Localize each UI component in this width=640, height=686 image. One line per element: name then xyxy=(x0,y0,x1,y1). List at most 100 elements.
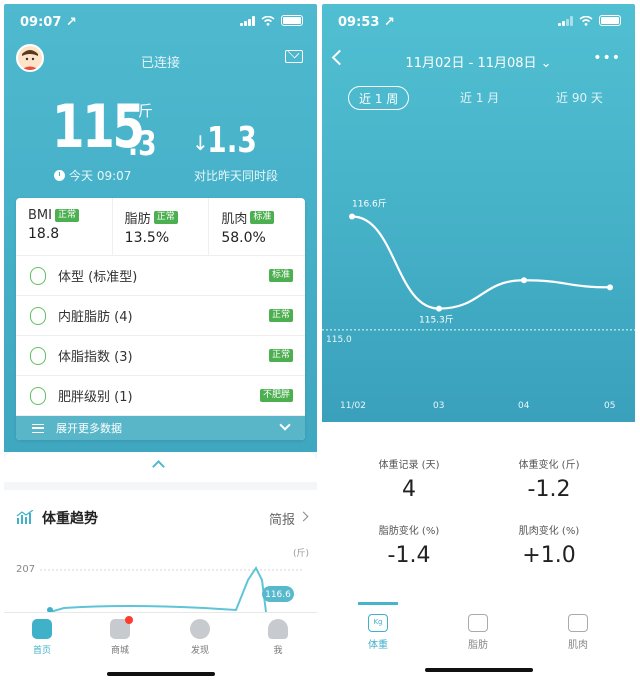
baseline-label: 115.0 xyxy=(326,335,352,345)
date-range-selector[interactable]: 11月02日 - 11月08日 ⌄ xyxy=(322,52,635,71)
status-bar: 09:07 ↗ xyxy=(4,4,317,38)
range-tabs: 近 1 周 近 1 月 近 90 天 xyxy=(322,86,635,112)
chevron-right-icon xyxy=(298,511,309,522)
chart-panel: 09:53 ↗ 11月02日 - 11月08日 ⌄ ••• 近 1 周 近 1 … xyxy=(322,4,635,422)
chevron-up-icon xyxy=(152,460,165,473)
body-type-icon xyxy=(30,266,46,285)
metric-name: 脂肪 xyxy=(124,212,151,227)
metric-fat[interactable]: 脂肪 正常 13.5% xyxy=(111,198,210,255)
x-tick-label: 03 xyxy=(433,401,444,411)
range-tab-week[interactable]: 近 1 周 xyxy=(348,86,410,110)
tab-fat[interactable]: 脂肪 xyxy=(448,614,508,651)
data-label-max: 116.6斤 xyxy=(352,199,387,210)
home-indicator xyxy=(425,668,533,672)
data-label-min: 115.3斤 xyxy=(419,315,454,326)
data-point xyxy=(521,277,527,284)
stat-muscle-change: 肌肉变化 (%) +1.0 xyxy=(484,522,614,568)
notification-dot xyxy=(125,616,133,624)
status-badge: 不肥胖 xyxy=(259,389,293,402)
expand-label: 展开更多数据 xyxy=(56,422,122,435)
active-tab-indicator xyxy=(358,602,398,605)
mail-icon[interactable] xyxy=(285,50,303,63)
metric-name: 肌肉 xyxy=(221,212,248,227)
wifi-icon xyxy=(579,15,593,26)
signal-icon xyxy=(240,15,255,26)
tab-label: 肌肉 xyxy=(568,640,588,651)
tab-home[interactable]: 首页 xyxy=(12,619,72,656)
data-point xyxy=(436,305,442,312)
list-item-visceral-fat[interactable]: 内脏脂肪 (4) 正常 xyxy=(16,296,305,336)
status-time: 09:07 ↗ xyxy=(20,15,77,30)
tab-store[interactable]: 商城 xyxy=(90,616,150,656)
expand-more-button[interactable]: 展开更多数据 xyxy=(16,416,305,440)
status-bar: 09:53 ↗ xyxy=(322,4,635,38)
stat-label: 脂肪变化 (%) xyxy=(378,526,440,537)
list-item-label: 体脂指数 (3) xyxy=(58,350,133,365)
metric-value: 18.8 xyxy=(28,226,60,242)
trend-mini-chart: 116.6 xyxy=(40,566,304,613)
stat-value: +1.0 xyxy=(522,543,576,568)
metric-muscle[interactable]: 肌肉 标准 58.0% xyxy=(209,198,305,255)
measure-time-text: 今天 09:07 xyxy=(69,169,132,183)
body-metrics-card: BMI 正常 18.8 脂肪 正常 13.5% 肌肉 标准 58.0% 体型 (标准型… xyxy=(16,198,305,440)
stat-records: 体重记录 (天) 4 xyxy=(344,456,474,502)
tab-label: 商城 xyxy=(110,646,129,656)
collapse-handle[interactable] xyxy=(4,452,317,482)
tab-label: 体重 xyxy=(368,640,388,651)
bottom-tab-bar: 首页 商城 发现 我 xyxy=(4,612,317,682)
battery-icon xyxy=(281,15,303,26)
stat-label: 肌肉变化 (%) xyxy=(518,526,580,537)
metric-name: BMI xyxy=(28,208,52,223)
tab-me[interactable]: 我 xyxy=(248,619,308,656)
weight-change-value: 1.3 xyxy=(207,120,257,161)
list-item-fat-index[interactable]: 体脂指数 (3) 正常 xyxy=(16,336,305,376)
status-icons xyxy=(558,15,621,26)
battery-icon xyxy=(599,15,621,26)
status-badge: 正常 xyxy=(268,349,293,362)
user-icon xyxy=(268,619,288,639)
lungs-icon xyxy=(30,306,46,325)
status-badge: 标准 xyxy=(250,211,275,224)
stat-label: 体重记录 (天) xyxy=(378,460,440,471)
tab-discover[interactable]: 发现 xyxy=(170,619,230,656)
list-item-body-type[interactable]: 体型 (标准型) 标准 xyxy=(16,256,305,296)
data-point xyxy=(607,284,613,291)
trend-chart-icon xyxy=(16,510,34,524)
tab-label: 首页 xyxy=(32,646,51,656)
obesity-icon xyxy=(30,386,46,405)
metrics-row: BMI 正常 18.8 脂肪 正常 13.5% 肌肉 标准 58.0% xyxy=(16,198,305,256)
weight-trend-section[interactable]: 体重趋势 简报 (斤) 207 116.6 xyxy=(4,490,317,614)
tab-label: 脂肪 xyxy=(468,640,488,651)
metric-bmi[interactable]: BMI 正常 18.8 xyxy=(16,198,112,255)
status-icons xyxy=(240,15,303,26)
metric-value: 13.5% xyxy=(124,230,170,246)
connection-status: 已连接 xyxy=(140,56,180,71)
more-icon[interactable]: ••• xyxy=(593,50,621,66)
stat-value: 4 xyxy=(402,477,416,502)
x-tick-label: 05 xyxy=(604,401,615,411)
tab-weight[interactable]: Kg 体重 xyxy=(348,614,408,651)
brief-link[interactable]: 简报 xyxy=(269,509,295,528)
weight-decimal: .3 xyxy=(128,124,157,164)
metric-tab-bar: Kg 体重 脂肪 肌肉 xyxy=(322,602,635,682)
tab-label: 发现 xyxy=(190,646,209,656)
x-tick-label: 11/02 xyxy=(340,401,366,411)
x-tick-label: 04 xyxy=(518,401,530,411)
measure-time: 今天 09:07 xyxy=(54,167,131,184)
tab-label: 我 xyxy=(273,646,283,656)
range-tab-90days[interactable]: 近 90 天 xyxy=(546,86,613,110)
screenshot-pair: 09:07 ↗ 已连接 115 .3 斤 今天 09:07 ↓ 1.3 对比昨天… xyxy=(0,0,640,686)
tab-muscle[interactable]: 肌肉 xyxy=(548,614,608,651)
range-tab-month[interactable]: 近 1 月 xyxy=(450,86,509,110)
weight-detail-screen: 09:53 ↗ 11月02日 - 11月08日 ⌄ ••• 近 1 周 近 1 … xyxy=(322,4,635,682)
stat-label: 体重变化 (斤) xyxy=(518,460,580,471)
trend-title: 体重趋势 xyxy=(42,511,98,527)
scale-icon: Kg xyxy=(368,614,388,632)
status-badge: 正常 xyxy=(54,209,79,222)
status-badge: 正常 xyxy=(153,211,178,224)
list-item-obesity-level[interactable]: 肥胖级别 (1) 不肥胖 xyxy=(16,376,305,416)
stat-value: -1.4 xyxy=(387,543,431,568)
list-item-label: 内脏脂肪 (4) xyxy=(58,310,133,325)
list-item-label: 体型 (标准型) xyxy=(58,270,138,285)
status-badge: 正常 xyxy=(268,309,293,322)
